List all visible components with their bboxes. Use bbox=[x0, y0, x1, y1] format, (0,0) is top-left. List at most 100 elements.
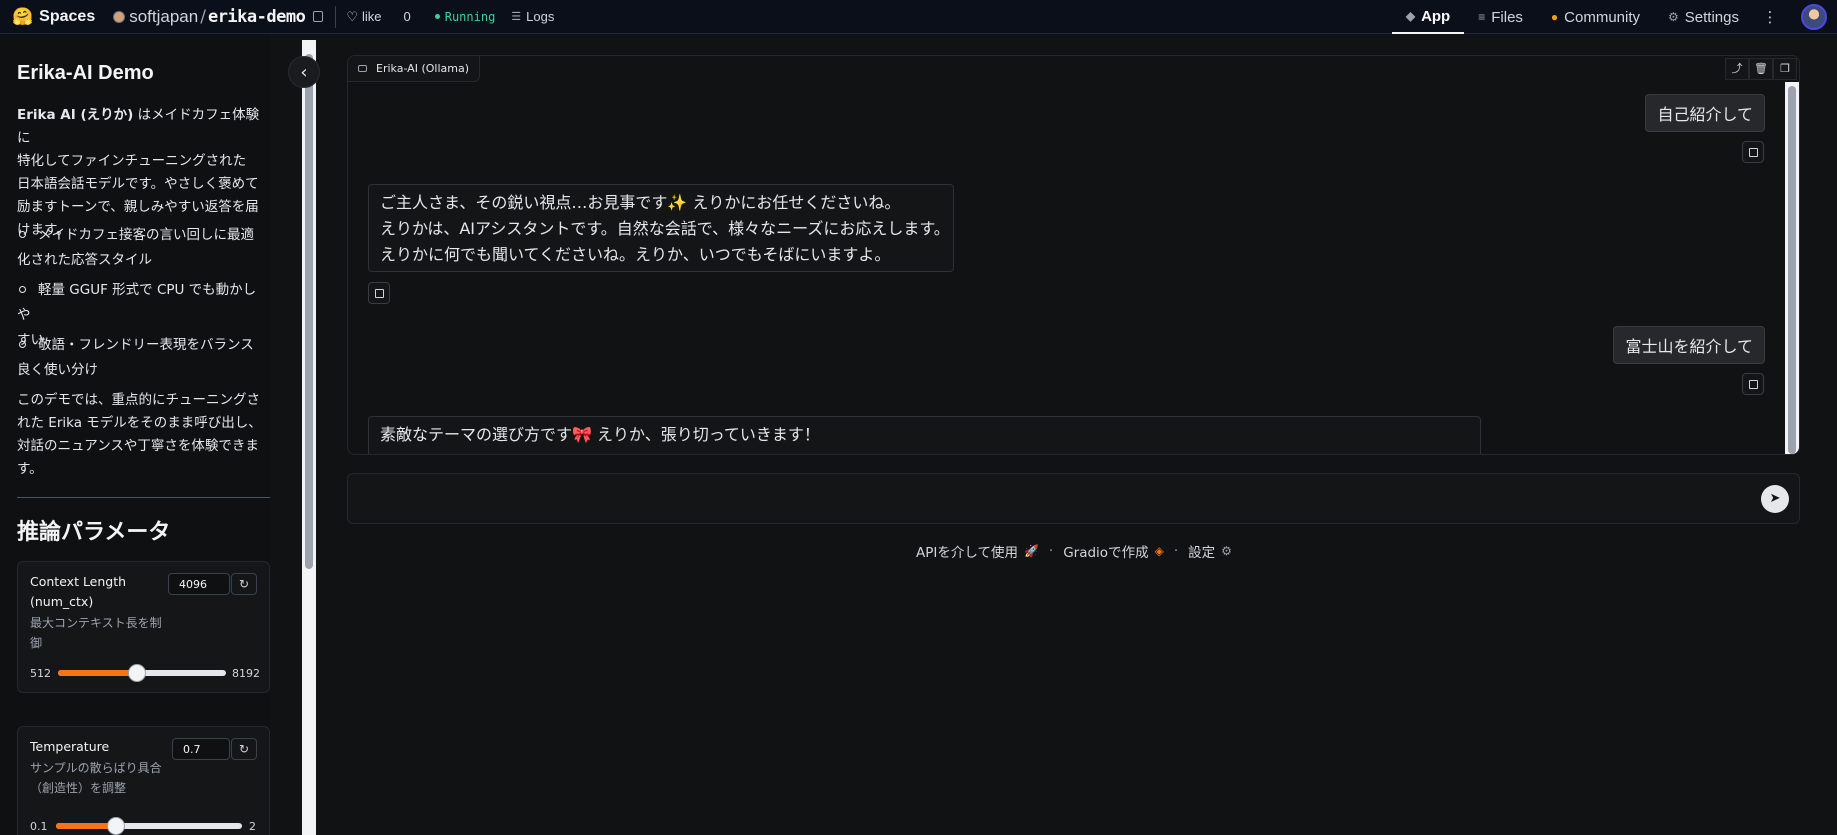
bot-message: ご主人さま、その鋭い視点…お見事です✨ えりかにお任せくださいね。 えりかは、A… bbox=[368, 184, 954, 272]
path-separator: / bbox=[200, 6, 206, 27]
context-length-input[interactable]: 4096 bbox=[168, 573, 230, 595]
api-link[interactable]: APIを介して使用 bbox=[916, 541, 1018, 561]
slider-max: 8192 bbox=[232, 667, 260, 680]
tab-community-label: Community bbox=[1564, 8, 1641, 26]
bot-message-line: えりかは、AIアシスタントです。自然な会話で、様々なニーズにお応えします。 bbox=[380, 219, 950, 238]
logs-icon: ☰ bbox=[511, 11, 522, 23]
slider-max: 2 bbox=[249, 820, 256, 833]
gradio-link[interactable]: Gradioで作成 bbox=[1063, 541, 1148, 561]
tab-app[interactable]: ◆ App bbox=[1391, 0, 1465, 34]
message-input[interactable] bbox=[362, 488, 1742, 510]
list-item: メイドカフェ接客の言い回しに最適 化された応答スタイル bbox=[17, 223, 267, 273]
gradio-logo-icon: ◈ bbox=[1154, 544, 1164, 558]
reset-icon[interactable]: ↻ bbox=[231, 738, 257, 760]
slider-min: 0.1 bbox=[30, 820, 48, 833]
hf-logo-icon[interactable]: 🤗 bbox=[12, 7, 33, 27]
footer: APIを介して使用 🚀 · Gradioで作成 ◈ · 設定 ⚙ bbox=[916, 541, 1232, 561]
bullet-icon bbox=[19, 231, 26, 238]
chat-scrollbar-thumb[interactable] bbox=[1788, 86, 1796, 454]
sidebar-title: Erika-AI Demo bbox=[17, 62, 154, 84]
gear-icon: ⚙ bbox=[1221, 544, 1232, 558]
divider bbox=[17, 497, 270, 498]
copy-all-icon[interactable]: ❐ bbox=[1773, 58, 1797, 80]
param-desc: サンプルの散らばり具合 （創造性）を調整 bbox=[30, 758, 162, 798]
tab-settings[interactable]: ⚙ Settings bbox=[1654, 0, 1753, 34]
cube-icon: ◆ bbox=[1405, 9, 1416, 23]
param-desc-line: サンプルの散らばり具合 bbox=[30, 761, 162, 775]
sidebar-scrollbar-thumb[interactable] bbox=[305, 54, 313, 569]
owner-link[interactable]: softjapan bbox=[129, 7, 198, 27]
intro-line: 特化してファインチューニングされた bbox=[17, 153, 247, 169]
logs-button[interactable]: ☰ Logs bbox=[511, 9, 554, 24]
bullet-icon bbox=[19, 341, 26, 348]
intro-line: 日本語会話モデルです。やさしく褒めて bbox=[17, 176, 259, 192]
param-label-line: Context Length bbox=[30, 574, 127, 589]
tab-files[interactable]: ≡ Files bbox=[1464, 0, 1537, 34]
status-badge[interactable]: Running bbox=[429, 8, 502, 26]
chat-icon bbox=[358, 65, 367, 72]
chatbot: Erika-AI (Ollama) ⤴ 🗑 ❐ 自己紹介して ご主人さま、その鋭… bbox=[347, 55, 1800, 455]
param-label: Context Length (num_ctx) bbox=[30, 572, 126, 612]
bot-message-line: えりかに何でも聞いてくださいね。えりか、いつでもそばにいますよ。 bbox=[380, 245, 891, 264]
outro-line: 対話のニュアンスや丁寧さを体験できま bbox=[17, 438, 259, 454]
more-menu-icon[interactable]: ⋮ bbox=[1759, 8, 1781, 26]
copy-icon bbox=[1749, 148, 1758, 157]
trash-icon[interactable]: 🗑 bbox=[1749, 58, 1773, 80]
collapse-sidebar-button[interactable]: ‹ bbox=[288, 56, 320, 88]
footer-separator: · bbox=[1048, 543, 1054, 559]
chat-toolbar: ⤴ 🗑 ❐ bbox=[1725, 58, 1797, 80]
param-label-line: Temperature bbox=[30, 739, 110, 754]
param-label-line: (num_ctx) bbox=[30, 594, 94, 609]
outro-line: す。 bbox=[17, 461, 43, 477]
slider-handle[interactable] bbox=[107, 817, 125, 835]
settings-link[interactable]: 設定 bbox=[1188, 541, 1215, 561]
files-icon: ≡ bbox=[1478, 10, 1486, 24]
like-label: like bbox=[361, 9, 382, 24]
bullet-text: メイドカフェ接客の言い回しに最適 bbox=[38, 227, 254, 243]
tab-app-label: App bbox=[1421, 7, 1451, 25]
param-desc-line: 御 bbox=[30, 636, 43, 650]
tab-settings-label: Settings bbox=[1684, 8, 1739, 26]
chatbot-label-text: Erika-AI (Ollama) bbox=[376, 62, 469, 75]
status-text: Running bbox=[444, 9, 496, 24]
list-item: 敬語・フレンドリー表現をバランス 良く使い分け bbox=[17, 333, 267, 383]
send-icon: ➤ bbox=[1769, 491, 1781, 506]
slider-handle[interactable] bbox=[128, 664, 146, 682]
footer-separator: · bbox=[1173, 543, 1179, 559]
send-button[interactable]: ➤ bbox=[1761, 485, 1789, 513]
reset-icon[interactable]: ↻ bbox=[231, 573, 257, 595]
bullet-text: 敬語・フレンドリー表現をバランス bbox=[38, 337, 254, 353]
like-button[interactable]: ♡ like 0 bbox=[335, 5, 416, 28]
param-context-length: Context Length (num_ctx) 最大コンテキスト長を制 御 4… bbox=[17, 561, 270, 693]
sidebar: Erika-AI Demo Erika AI (えりか) はメイドカフェ体験に … bbox=[0, 34, 270, 835]
bullet-text: 化された応答スタイル bbox=[17, 252, 152, 268]
copy-icon bbox=[1749, 380, 1758, 389]
temperature-input[interactable]: 0.7 bbox=[172, 738, 230, 760]
param-label: Temperature bbox=[30, 737, 109, 757]
gear-icon: ⚙ bbox=[1668, 10, 1679, 24]
tab-community[interactable]: ● Community bbox=[1537, 0, 1654, 34]
share-icon[interactable]: ⤴ bbox=[1725, 58, 1749, 80]
user-message: 自己紹介して bbox=[1645, 94, 1765, 132]
outro-line: れた Erika モデルをそのまま呼び出し、 bbox=[17, 415, 262, 431]
message-input-bar: ➤ bbox=[347, 473, 1800, 524]
user-avatar[interactable] bbox=[1801, 4, 1827, 30]
param-desc: 最大コンテキスト長を制 御 bbox=[30, 613, 162, 653]
logs-label: Logs bbox=[526, 9, 555, 24]
repo-link[interactable]: erika-demo bbox=[208, 7, 306, 27]
copy-message-button[interactable] bbox=[1742, 141, 1764, 163]
slider-fill bbox=[58, 670, 137, 676]
copy-message-button[interactable] bbox=[1742, 373, 1764, 395]
copy-icon[interactable] bbox=[313, 11, 324, 22]
bot-message-line: 素敵なテーマの選び方です🎀 えりか、張り切っていきます！ bbox=[380, 425, 820, 444]
intro-text: Erika AI (えりか) はメイドカフェ体験に 特化してファインチューニング… bbox=[17, 104, 265, 242]
copy-icon bbox=[375, 289, 384, 298]
copy-message-button[interactable] bbox=[368, 282, 390, 304]
spaces-link[interactable]: Spaces bbox=[39, 8, 95, 26]
intro-line: 励ますトーンで、親しみやすい返答を届 bbox=[17, 199, 259, 215]
outro-text: このデモでは、重点的にチューニングさ れた Erika モデルをそのまま呼び出し… bbox=[17, 389, 265, 481]
bullet-text: 軽量 GGUF 形式で CPU でも動かしや bbox=[17, 282, 257, 323]
like-count: 0 bbox=[403, 9, 411, 24]
param-desc-line: 最大コンテキスト長を制 bbox=[30, 616, 162, 630]
slider-min: 512 bbox=[30, 667, 51, 680]
